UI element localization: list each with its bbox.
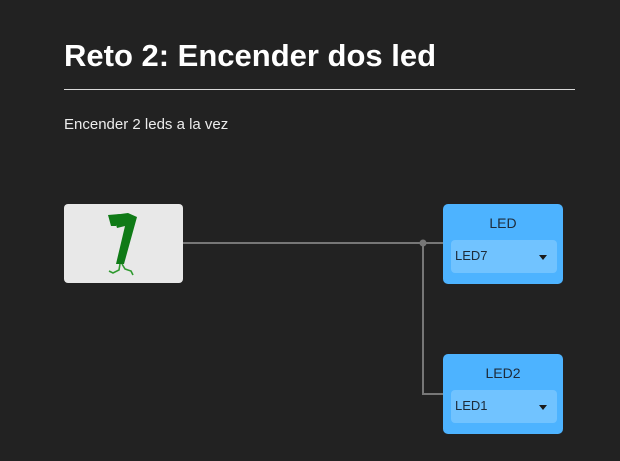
led-block[interactable]: LED LED7 — [443, 204, 563, 284]
wire-junction — [419, 239, 427, 247]
caret-down-icon — [539, 405, 547, 410]
number-one-walking-icon — [108, 213, 137, 276]
led-block-label: LED — [489, 215, 517, 231]
bit-block[interactable] — [64, 204, 183, 283]
led-select-value: LED7 — [455, 248, 488, 263]
caret-down-icon — [539, 255, 547, 260]
led2-block[interactable]: LED2 LED1 — [443, 354, 563, 434]
led-select-dropdown[interactable]: LED7 — [451, 240, 557, 273]
led2-block-label: LED2 — [485, 365, 521, 381]
led2-select-dropdown[interactable]: LED1 — [451, 390, 557, 423]
wire-to-led2 — [422, 243, 443, 395]
led2-select-value: LED1 — [455, 398, 488, 413]
page: Reto 2: Encender dos led Encender 2 leds… — [0, 0, 620, 461]
